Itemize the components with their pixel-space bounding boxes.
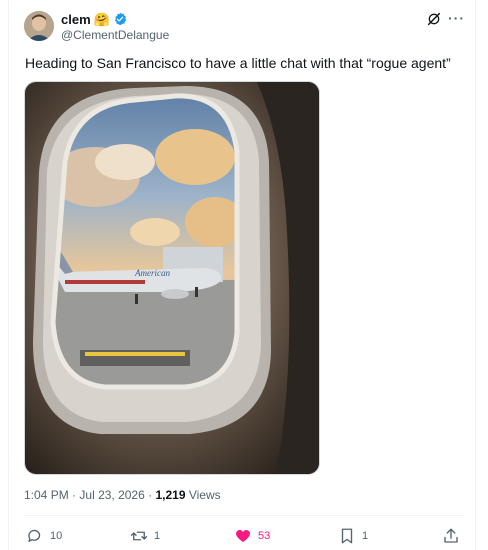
tweet-photo[interactable]: American: [24, 81, 320, 475]
svg-text:American: American: [134, 268, 170, 278]
grok-icon[interactable]: [426, 11, 442, 27]
verified-icon: [113, 12, 127, 26]
tweet-meta: 1:04 PM · Jul 23, 2026 · 1,219 Views: [24, 488, 221, 502]
bookmark-count: 1: [362, 530, 369, 542]
avatar[interactable]: [24, 11, 54, 41]
reply-button[interactable]: 10: [26, 525, 62, 547]
tweet-text: Heading to San Francisco to have a littl…: [25, 55, 451, 71]
share-icon: [444, 528, 458, 543]
hugging-face-emoji: 🤗: [93, 11, 110, 27]
divider: [24, 515, 464, 516]
like-button[interactable]: 53: [234, 525, 270, 547]
repost-button[interactable]: 1: [130, 525, 160, 547]
reply-icon: [28, 529, 41, 542]
heart-icon: [236, 529, 250, 542]
action-bar: 10 1 53 1: [24, 525, 464, 547]
views-label: Views: [188, 488, 221, 502]
repost-icon: [130, 531, 148, 541]
repost-count: 1: [154, 530, 161, 542]
author-name[interactable]: clem: [61, 12, 91, 27]
reply-count: 10: [50, 530, 63, 542]
author-handle[interactable]: @ClementDelangue: [61, 28, 169, 42]
airplane-window-photo: American: [25, 82, 319, 474]
bookmark-button[interactable]: 1: [338, 525, 368, 547]
share-button[interactable]: [442, 525, 460, 547]
views-count: 1,219: [155, 488, 186, 502]
tweet-date[interactable]: Jul 23, 2026: [79, 488, 144, 502]
author-name-row[interactable]: clem 🤗: [61, 11, 127, 27]
bookmark-icon: [341, 528, 353, 544]
tweet-time[interactable]: 1:04 PM: [24, 488, 69, 502]
more-icon[interactable]: ···: [448, 10, 464, 26]
like-count: 53: [258, 530, 271, 542]
